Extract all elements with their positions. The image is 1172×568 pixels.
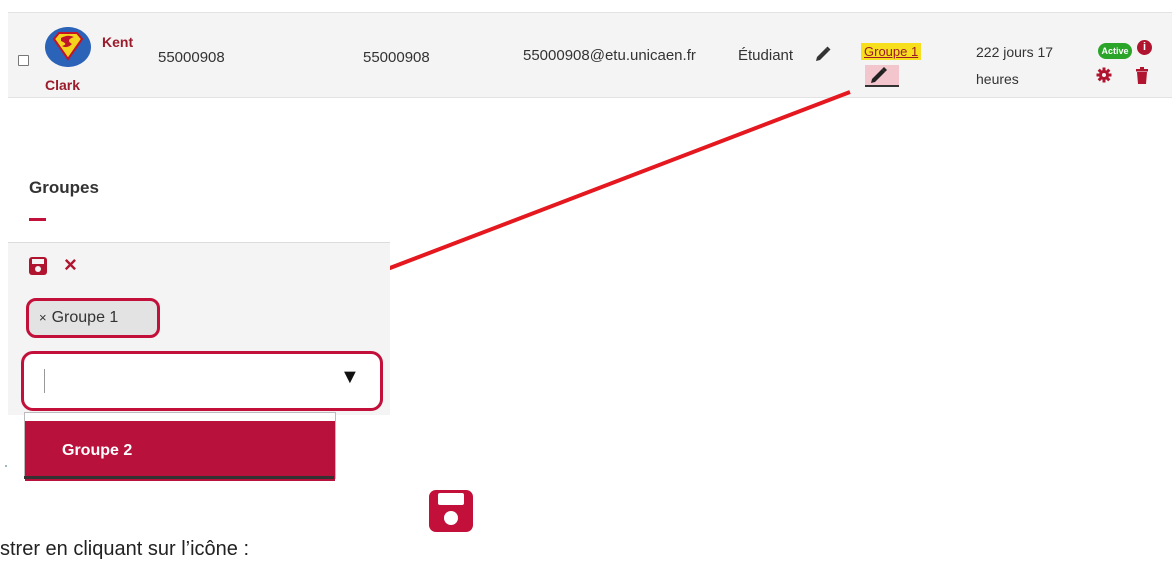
dropdown-bottom-border	[24, 476, 334, 479]
group-dropdown-list: Groupe 2	[24, 412, 336, 481]
group-search-input[interactable]: ▼	[21, 351, 383, 411]
groups-section-title: Groupes	[29, 178, 99, 197]
stray-dot	[5, 465, 7, 467]
instruction-text: strer en cliquant sur l’icône :	[0, 538, 250, 560]
floppy-save-icon	[426, 485, 478, 542]
selected-group-chip[interactable]: × Groupe 1	[26, 298, 160, 338]
save-icon[interactable]	[28, 256, 48, 281]
chip-label: Groupe 1	[51, 309, 119, 326]
chip-remove-icon[interactable]: ×	[39, 310, 47, 325]
chevron-down-icon[interactable]: ▼	[340, 366, 360, 389]
dropdown-option-groupe-2[interactable]: Groupe 2	[25, 421, 335, 481]
text-caret	[44, 369, 45, 393]
cancel-icon[interactable]: ×	[64, 252, 77, 278]
groups-title-underline	[29, 218, 46, 221]
